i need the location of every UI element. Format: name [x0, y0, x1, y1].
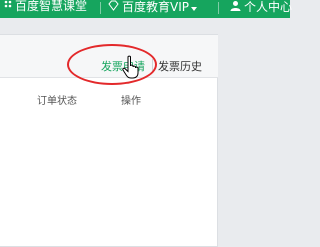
nav-divider [218, 2, 219, 14]
invoice-tabs-bar: 发票申请 发票历史 [0, 35, 218, 78]
nav-item-label: 百度教育VIP [122, 0, 189, 14]
nav-divider [100, 2, 101, 14]
nav-item-user-center[interactable]: 个人中心 [230, 0, 292, 13]
nav-item-vip[interactable]: 百度教育VIP [108, 0, 197, 13]
nav-item-label: 百度智慧课堂 [15, 0, 88, 13]
hand-cursor-icon [122, 55, 139, 79]
invoice-panel: 发票申请 发票历史 [0, 34, 218, 247]
nav-item-smart-classroom[interactable]: 百度智慧课堂 [4, 0, 87, 12]
diamond-icon [108, 0, 119, 13]
column-header-action: 操作 [121, 96, 141, 107]
tab-invoice-history[interactable]: 发票历史 [158, 58, 202, 74]
nav-item-label: 个人中心 [244, 0, 293, 14]
chevron-down-icon [191, 1, 197, 13]
dots-icon [4, 0, 12, 12]
user-icon [230, 0, 241, 13]
top-navigation-bar: 百度智慧课堂 百度教育VIP 个人中心 [0, 0, 292, 18]
column-header-order-status: 订单状态 [37, 96, 77, 107]
tab-divider [152, 59, 153, 71]
